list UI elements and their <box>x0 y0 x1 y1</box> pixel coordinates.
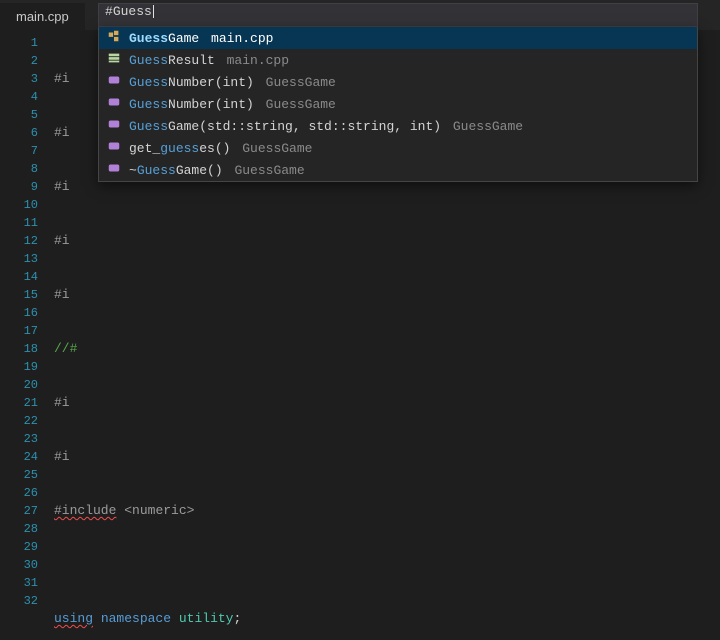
line-number: 19 <box>0 358 38 376</box>
intellisense-overlay: #Guess GuessGame main.cpp GuessResult mai… <box>98 3 698 182</box>
line-number: 15 <box>0 286 38 304</box>
enum-icon <box>107 51 121 69</box>
line-number: 22 <box>0 412 38 430</box>
class-icon <box>107 29 121 47</box>
suggestion-item[interactable]: GuessNumber(int) GuessGame <box>99 71 697 93</box>
line-number: 9 <box>0 178 38 196</box>
line-number: 14 <box>0 268 38 286</box>
line-number: 26 <box>0 484 38 502</box>
suggestion-item[interactable]: GuessResult main.cpp <box>99 49 697 71</box>
line-number: 21 <box>0 394 38 412</box>
line-number: 24 <box>0 448 38 466</box>
method-icon <box>107 117 121 135</box>
method-icon <box>107 95 121 113</box>
line-number: 17 <box>0 322 38 340</box>
suggestion-label: GuessResult main.cpp <box>129 53 289 68</box>
editor-tab[interactable]: main.cpp <box>0 3 85 30</box>
suggestion-list: GuessGame main.cpp GuessResult main.cpp Gu… <box>98 27 698 182</box>
search-input[interactable]: #Guess <box>98 3 698 27</box>
line-number: 12 <box>0 232 38 250</box>
line-number: 3 <box>0 70 38 88</box>
suggestion-label: GuessNumber(int) GuessGame <box>129 75 336 90</box>
line-number: 30 <box>0 556 38 574</box>
line-number-gutter: 1234567891011121314151617181920212223242… <box>0 30 48 640</box>
suggestion-item[interactable]: get_guesses() GuessGame <box>99 137 697 159</box>
line-number: 4 <box>0 88 38 106</box>
suggestion-item[interactable]: GuessGame(std::string, std::string, int)… <box>99 115 697 137</box>
line-number: 23 <box>0 430 38 448</box>
suggestion-label: ~GuessGame() GuessGame <box>129 163 305 178</box>
suggestion-label: GuessGame main.cpp <box>129 31 273 46</box>
line-number: 31 <box>0 574 38 592</box>
line-number: 5 <box>0 106 38 124</box>
method-icon <box>107 139 121 157</box>
line-number: 28 <box>0 520 38 538</box>
line-number: 18 <box>0 340 38 358</box>
line-number: 32 <box>0 592 38 610</box>
method-icon <box>107 161 121 179</box>
line-number: 7 <box>0 142 38 160</box>
suggestion-item[interactable]: ~GuessGame() GuessGame <box>99 159 697 181</box>
suggestion-label: GuessGame(std::string, std::string, int)… <box>129 119 523 134</box>
line-number: 8 <box>0 160 38 178</box>
line-number: 10 <box>0 196 38 214</box>
line-number: 20 <box>0 376 38 394</box>
line-number: 16 <box>0 304 38 322</box>
line-number: 27 <box>0 502 38 520</box>
line-number: 29 <box>0 538 38 556</box>
line-number: 11 <box>0 214 38 232</box>
suggestion-item[interactable]: GuessGame main.cpp <box>99 27 697 49</box>
line-number: 13 <box>0 250 38 268</box>
method-icon <box>107 73 121 91</box>
suggestion-item[interactable]: GuessNumber(int) GuessGame <box>99 93 697 115</box>
suggestion-label: GuessNumber(int) GuessGame <box>129 97 336 112</box>
suggestion-label: get_guesses() GuessGame <box>129 141 312 156</box>
line-number: 25 <box>0 466 38 484</box>
line-number: 6 <box>0 124 38 142</box>
code-editor[interactable]: #Guess GuessGame main.cppGuessResult mai… <box>0 30 720 640</box>
line-number: 1 <box>0 34 38 52</box>
line-number: 2 <box>0 52 38 70</box>
